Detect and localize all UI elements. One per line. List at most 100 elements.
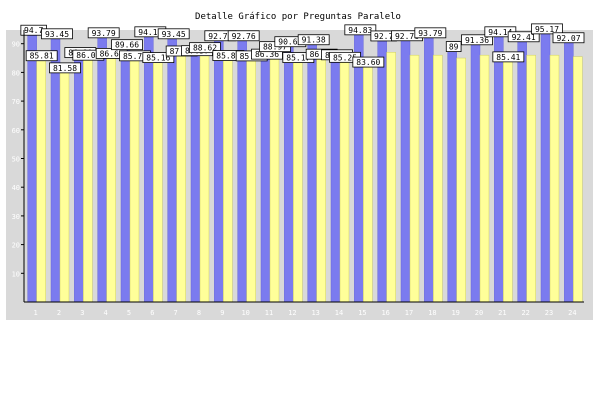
- x-tick-label: 17: [405, 309, 413, 317]
- value-label-series-1: 92.07: [552, 32, 585, 44]
- bar-series-1: [330, 54, 341, 303]
- bar-series-1: [354, 29, 364, 303]
- y-tick-label: 70: [12, 98, 20, 106]
- y-tick-label: 50: [12, 156, 20, 164]
- bar-series-1: [564, 37, 574, 303]
- x-tick-label: 7: [174, 309, 178, 317]
- bar-series-1: [190, 50, 201, 303]
- x-tick-label: 12: [288, 309, 296, 317]
- bar-series-1: [517, 36, 527, 303]
- value-label-series-2: 85.81: [25, 50, 58, 62]
- bar-series-2: [176, 50, 186, 303]
- bar-series-2: [153, 57, 163, 303]
- bar-series-1: [50, 33, 61, 303]
- bar-chart: Detalle Gráfico por Preguntas Paralelo 9…: [6, 12, 593, 320]
- bar-series-1: [447, 46, 457, 303]
- value-label-series-1: 93.45: [41, 28, 73, 40]
- bar-series-1: [284, 41, 294, 303]
- svg-text:93.79: 93.79: [418, 29, 442, 38]
- bar-series-2: [36, 55, 46, 303]
- svg-text:94.83: 94.83: [348, 26, 372, 35]
- y-tick-label: 20: [12, 242, 20, 250]
- x-tick-label: 20: [475, 309, 483, 317]
- svg-text:83.60: 83.60: [356, 58, 380, 67]
- bar-series-1: [494, 31, 504, 303]
- svg-text:85.81: 85.81: [30, 52, 54, 61]
- x-tick-label: 11: [265, 309, 273, 317]
- value-label-series-1: 89.66: [111, 39, 143, 51]
- bar-series-2: [246, 55, 256, 303]
- svg-text:89.66: 89.66: [115, 41, 139, 50]
- x-tick-label: 8: [197, 309, 201, 317]
- bar-series-1: [540, 28, 551, 303]
- value-label-series-2: 83.60: [352, 56, 385, 68]
- y-tick-label: 80: [12, 69, 20, 77]
- x-tick-label: 3: [80, 309, 84, 317]
- y-tick-label: 40: [12, 184, 20, 192]
- bar-series-2: [83, 54, 93, 303]
- bar-series-1: [237, 35, 247, 303]
- bar-series-2: [363, 61, 373, 303]
- y-tick-label: 10: [12, 270, 20, 278]
- value-label-series-1: 92.76: [227, 30, 260, 42]
- x-tick-label: 9: [220, 309, 224, 317]
- x-tick-label: 2: [57, 309, 61, 317]
- value-label-series-1: 93.45: [157, 28, 190, 40]
- x-tick-label: 13: [311, 309, 319, 317]
- x-tick-label: 4: [104, 309, 108, 317]
- y-tick-label: 90: [12, 41, 20, 49]
- bar-series-2: [386, 52, 396, 303]
- bar-series-2: [433, 54, 443, 303]
- bar-series-2: [59, 67, 70, 303]
- y-tick-label: 60: [12, 127, 20, 135]
- bar-series-2: [456, 57, 466, 303]
- bar-series-1: [424, 32, 434, 303]
- bar-series-1: [27, 29, 37, 303]
- value-label-series-1: 93.79: [414, 27, 447, 39]
- bar-series-2: [293, 57, 303, 303]
- x-tick-label: 14: [335, 309, 343, 317]
- svg-text:92.7: 92.7: [374, 32, 393, 41]
- bar-series-2: [269, 46, 280, 303]
- svg-text:93.79: 93.79: [92, 29, 116, 38]
- bar-series-1: [74, 52, 84, 303]
- bar-series-1: [167, 33, 177, 303]
- bar-series-1: [400, 35, 411, 303]
- bar-series-1: [260, 53, 271, 303]
- svg-text:91.38: 91.38: [302, 36, 326, 45]
- bar-series-2: [223, 55, 233, 303]
- svg-text:92.76: 92.76: [232, 32, 256, 41]
- value-label-series-1: 91.38: [297, 34, 330, 46]
- bar-series-2: [479, 54, 490, 303]
- bar-series-1: [120, 44, 131, 303]
- bar-series-2: [199, 47, 210, 303]
- bar-series-1: [144, 31, 154, 303]
- x-tick-label: 24: [568, 309, 576, 317]
- value-label-series-2: 81.58: [49, 62, 81, 74]
- bar-series-2: [573, 56, 583, 303]
- x-tick-label: 15: [358, 309, 366, 317]
- svg-text:93.45: 93.45: [45, 30, 69, 39]
- svg-text:93.45: 93.45: [162, 30, 186, 39]
- x-tick-label: 18: [428, 309, 436, 317]
- bar-series-1: [377, 35, 387, 303]
- value-label-series-1: 89: [445, 41, 462, 52]
- x-tick-label: 21: [498, 309, 506, 317]
- bar-series-1: [214, 35, 224, 303]
- x-tick-label: 1: [34, 309, 38, 317]
- chart-title: Detalle Gráfico por Preguntas Paralelo: [195, 12, 401, 22]
- bar-series-2: [409, 54, 420, 303]
- bar-series-1: [97, 32, 107, 303]
- bar-series-2: [129, 55, 140, 303]
- svg-text:92.07: 92.07: [556, 34, 580, 43]
- svg-text:89: 89: [449, 43, 459, 52]
- y-tick-label: 30: [12, 213, 20, 221]
- bar-series-2: [339, 57, 350, 303]
- bar-series-2: [549, 54, 560, 303]
- bar-series-2: [316, 53, 326, 303]
- x-tick-label: 5: [127, 309, 131, 317]
- bar-series-1: [470, 39, 481, 303]
- x-tick-label: 19: [451, 309, 459, 317]
- svg-text:81.58: 81.58: [53, 64, 77, 73]
- bar-series-1: [307, 39, 317, 303]
